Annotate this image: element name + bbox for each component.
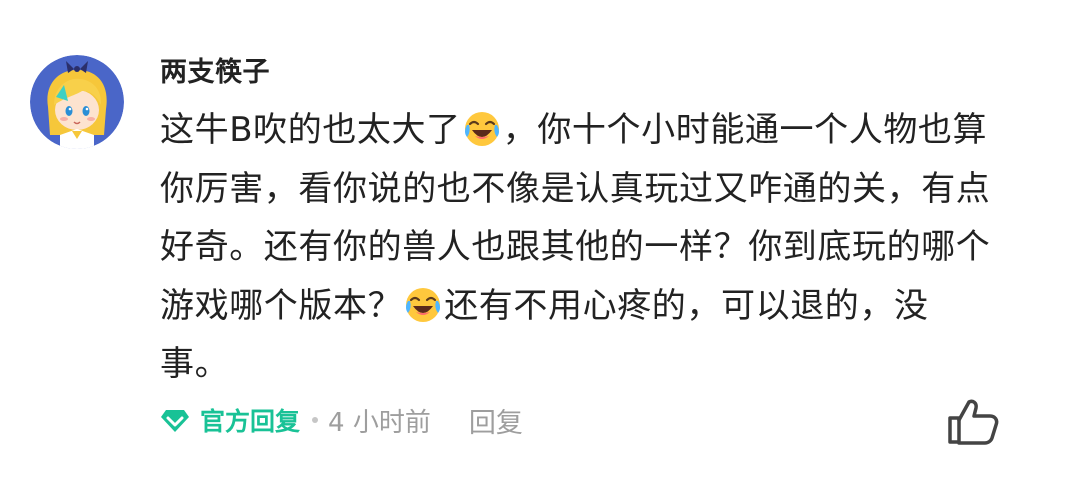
comment-line: 事。: [160, 335, 1040, 394]
comment-line: 你厉害，看你说的也不像是认真玩过又咋通的关，有点: [160, 160, 1040, 219]
official-reply-label: 官方回复: [200, 407, 301, 436]
comment-line: 好奇。还有你的兽人也跟其他的一样？你到底玩的哪个: [160, 218, 1040, 277]
laughing-tears-emoji-icon: [463, 110, 501, 148]
laughing-tears-emoji-icon: [404, 286, 442, 324]
diamond-check-icon: [161, 410, 189, 432]
timestamp: 4 小时前: [328, 407, 431, 438]
text-segment: 你厉害，看你说的也不像是认真玩过又咋通的关，有点: [160, 168, 991, 209]
separator-dot: [312, 417, 319, 423]
avatar[interactable]: [30, 55, 124, 149]
like-button[interactable]: [946, 398, 1000, 446]
thumbs-up-icon: [948, 399, 999, 445]
text-segment: 这牛B吹的也太大了: [160, 110, 461, 150]
text-segment: ，你十个小时能通一个人物也算: [502, 110, 988, 150]
text-segment: 事。: [160, 344, 230, 384]
username[interactable]: 两支筷子: [160, 50, 270, 89]
comment-card: 两支筷子 这牛B吹的也太大了 ，你十个小时能通一个人物也算 你厉害，看你说的也不像…: [0, 0, 1072, 483]
comment-text: 这牛B吹的也太大了 ，你十个小时能通一个人物也算 你厉害，看你说的也不像是认真玩过…: [160, 101, 1040, 394]
comment-meta: 官方回复 4 小时前 回复: [160, 400, 523, 440]
text-segment: 游戏哪个版本？: [160, 285, 403, 326]
reply-button[interactable]: 回复: [469, 401, 523, 440]
text-segment: 好奇。还有你的兽人也跟其他的一样？你到底玩的哪个: [160, 227, 991, 267]
official-reply-badge: 官方回复: [160, 402, 300, 438]
comment-line: 游戏哪个版本？ 还有不用心疼的，可以退的，没: [160, 277, 1040, 336]
text-segment: 还有不用心疼的，可以退的，没: [444, 285, 929, 326]
comment-line: 这牛B吹的也太大了 ，你十个小时能通一个人物也算: [160, 101, 1040, 160]
